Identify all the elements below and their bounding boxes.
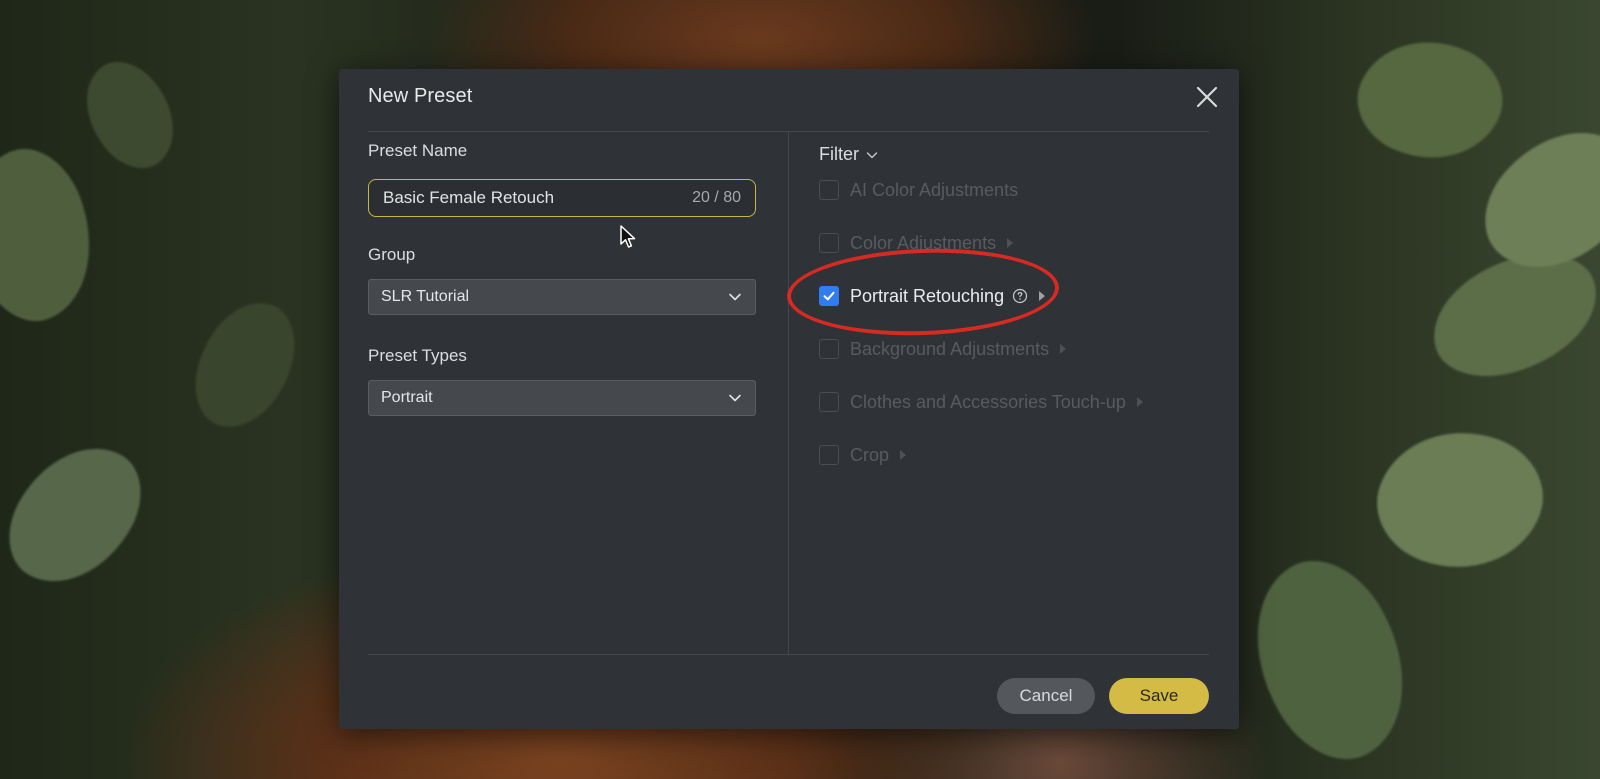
leaf-shape (64, 47, 196, 183)
filter-option-ai-color-adjustments[interactable]: AI Color Adjustments (819, 178, 1018, 202)
group-select[interactable]: SLR Tutorial (368, 279, 756, 315)
filter-option-portrait-retouching[interactable]: Portrait Retouching (819, 284, 1046, 308)
preset-types-label: Preset Types (368, 346, 467, 365)
leaf-shape (1360, 406, 1560, 594)
filter-option-background-adjustments[interactable]: Background Adjustments (819, 337, 1067, 361)
caret-right-icon[interactable] (1038, 290, 1046, 302)
filter-option-label: Portrait Retouching (850, 285, 1005, 306)
group-selected-value: SLR Tutorial (381, 288, 470, 305)
caret-right-icon[interactable] (1059, 343, 1067, 355)
preset-name-input[interactable]: Basic Female Retouch 20 / 80 (368, 179, 756, 217)
filter-dropdown[interactable]: Filter (819, 144, 879, 165)
leaf-shape (1418, 239, 1600, 391)
chevron-down-icon (729, 394, 741, 402)
checkbox-checked[interactable] (819, 286, 839, 306)
cancel-button[interactable]: Cancel (997, 678, 1095, 714)
group-label: Group (368, 245, 416, 264)
character-counter: 20 / 80 (692, 189, 741, 206)
caret-right-icon[interactable] (1006, 237, 1014, 249)
caret-right-icon[interactable] (1136, 396, 1144, 408)
preset-types-select[interactable]: Portrait (368, 380, 756, 416)
close-button[interactable] (1193, 83, 1221, 111)
chevron-down-icon (729, 293, 741, 301)
caret-right-icon[interactable] (899, 449, 907, 461)
filter-option-label: AI Color Adjustments (850, 179, 1019, 200)
leaf-shape (0, 134, 116, 336)
new-preset-dialog: New Preset Preset Name Basic Female Reto… (339, 69, 1239, 729)
leaf-shape (0, 422, 161, 608)
filter-label: Filter (819, 144, 859, 164)
checkmark-icon (823, 291, 835, 301)
filter-option-color-adjustments[interactable]: Color Adjustments (819, 231, 1014, 255)
leaf-shape (1341, 16, 1519, 184)
checkbox[interactable] (819, 445, 839, 465)
filter-option-label: Background Adjustments (850, 338, 1050, 359)
divider (368, 654, 1209, 655)
leaf-shape (184, 290, 306, 440)
help-icon[interactable] (1012, 288, 1028, 304)
preset-name-value: Basic Female Retouch (383, 188, 555, 207)
filter-option-clothes-accessories[interactable]: Clothes and Accessories Touch-up (819, 390, 1144, 414)
filter-option-label: Crop (850, 444, 890, 465)
chevron-down-icon (866, 151, 878, 158)
column-divider (788, 132, 789, 654)
preset-types-selected-value: Portrait (381, 389, 433, 406)
leaf-shape (1219, 538, 1441, 779)
close-icon (1196, 86, 1218, 108)
dialog-title: New Preset (368, 85, 473, 107)
checkbox[interactable] (819, 180, 839, 200)
filter-option-crop[interactable]: Crop (819, 443, 907, 467)
checkbox[interactable] (819, 233, 839, 253)
filter-option-label: Color Adjustments (850, 232, 997, 253)
checkbox[interactable] (819, 339, 839, 359)
checkbox[interactable] (819, 392, 839, 412)
save-button[interactable]: Save (1109, 678, 1209, 714)
mouse-cursor-icon (620, 225, 636, 248)
filter-option-label: Clothes and Accessories Touch-up (850, 391, 1126, 412)
preset-name-label: Preset Name (368, 141, 468, 160)
